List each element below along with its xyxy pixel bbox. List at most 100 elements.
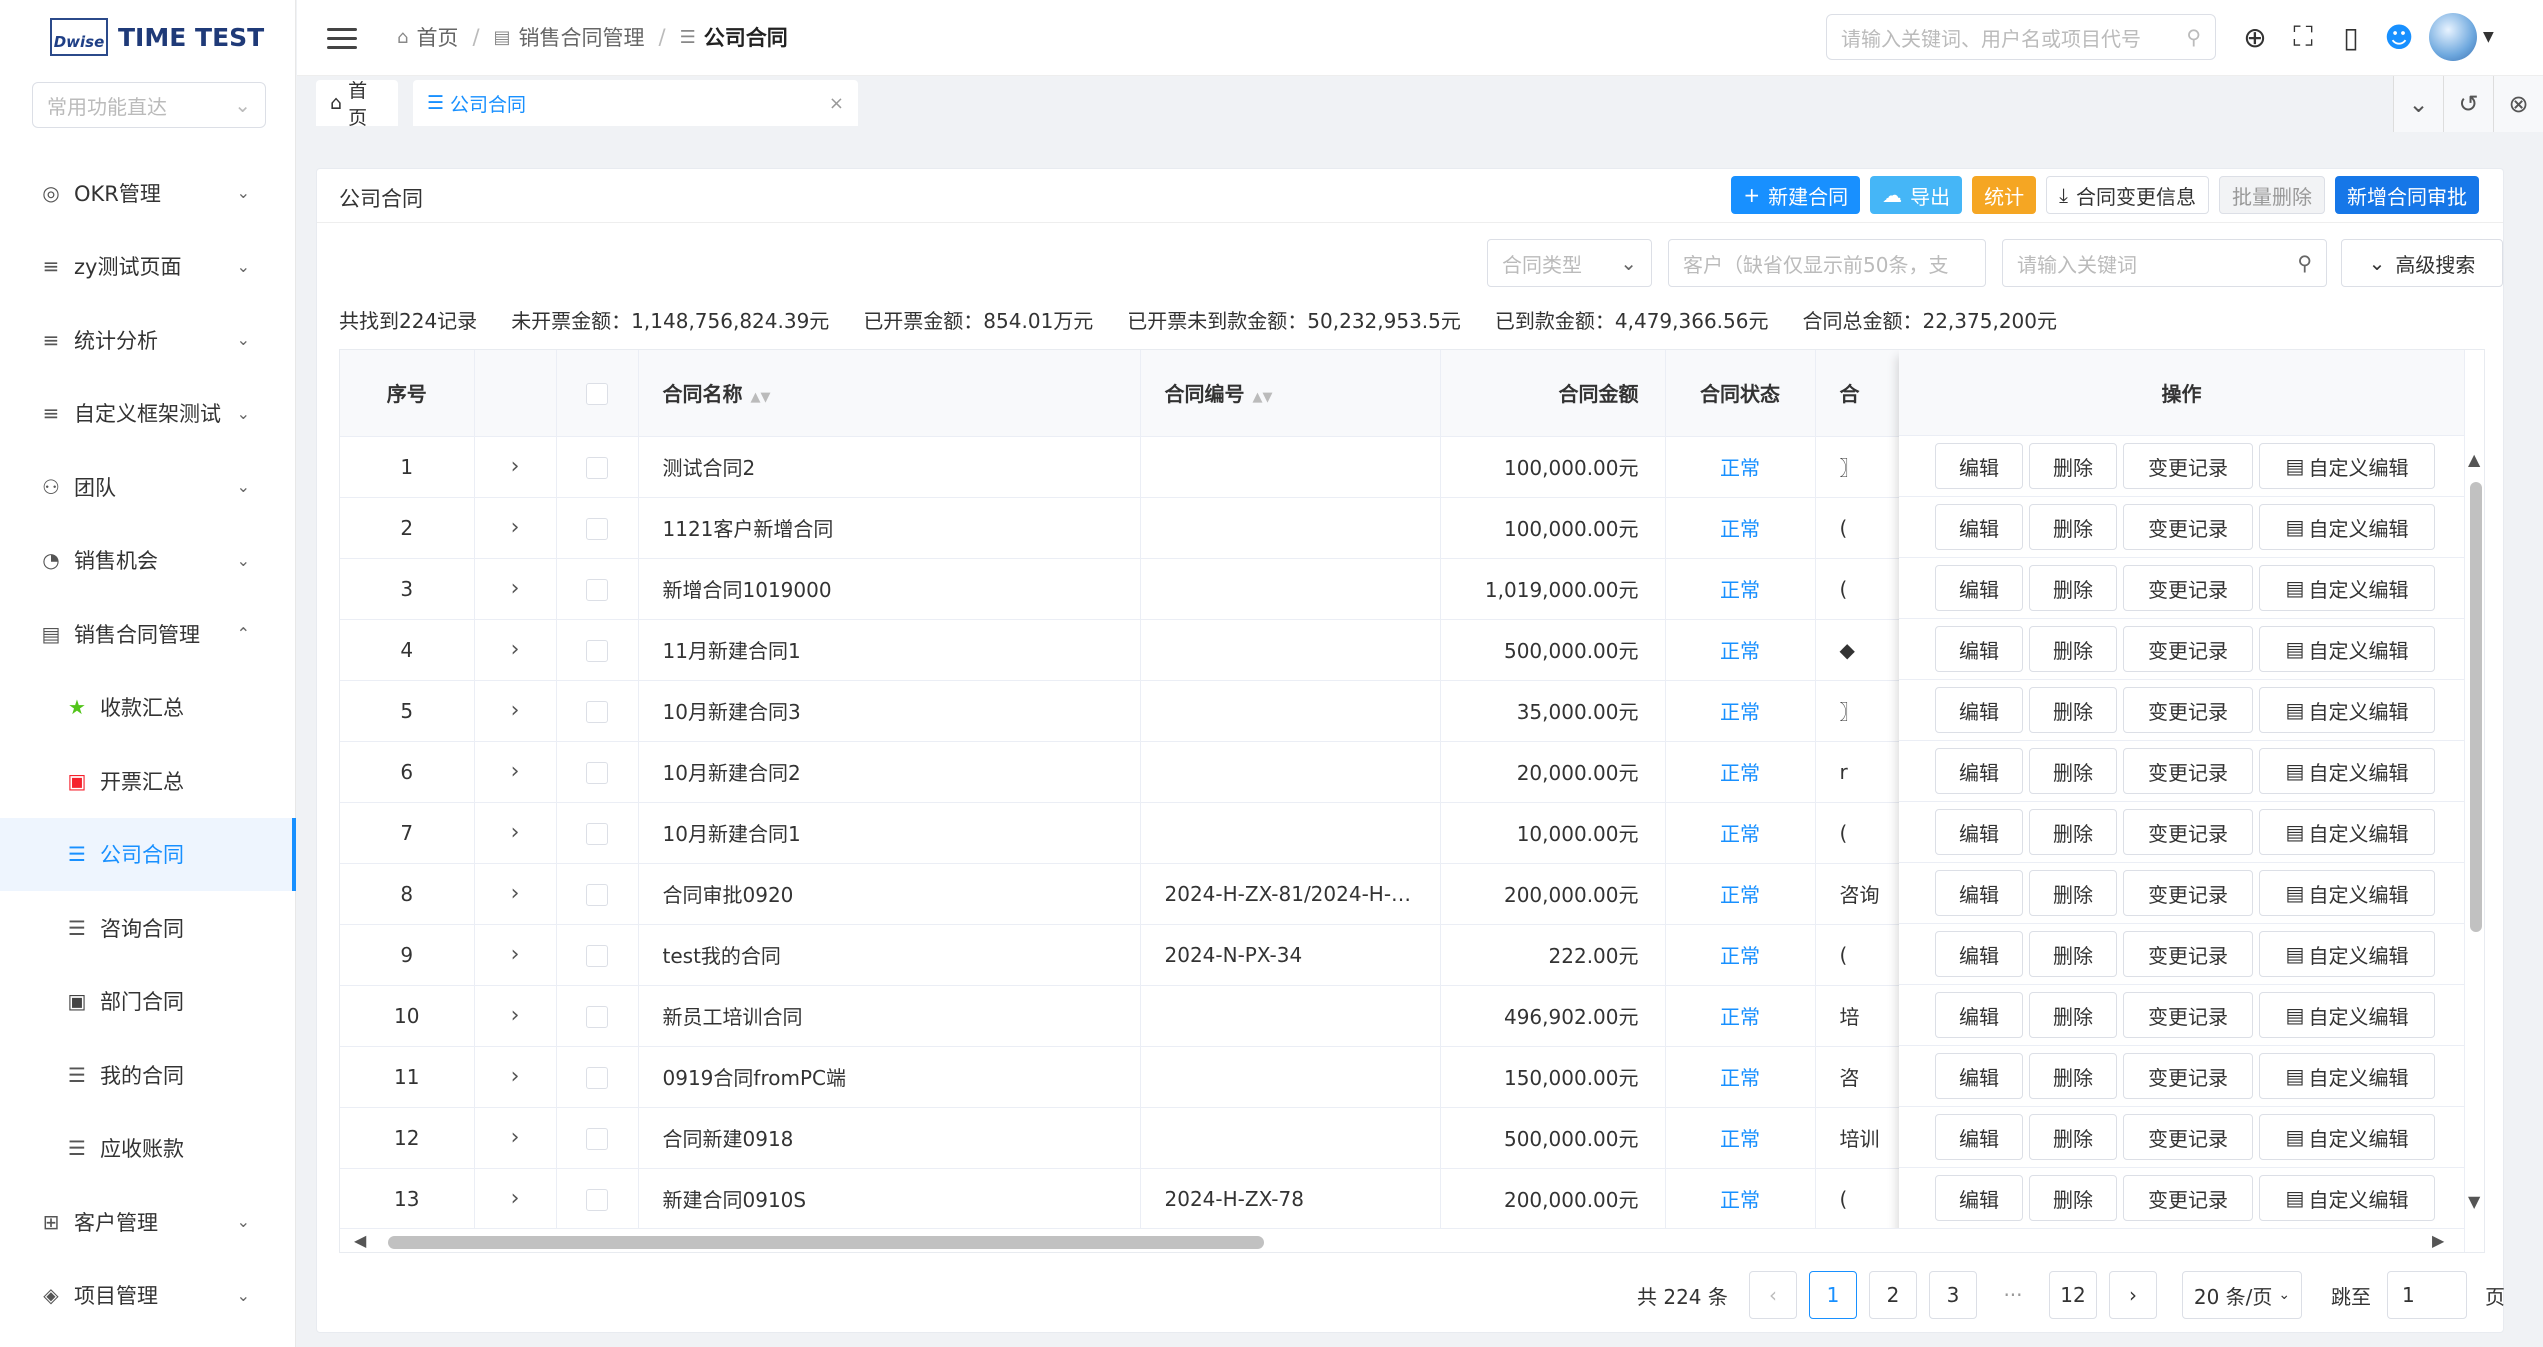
row-select-cell[interactable] [556, 558, 639, 620]
sort-icon[interactable]: ▲▼ [751, 390, 771, 405]
keyword-input[interactable]: 请输入关键词 ⚲ [2002, 239, 2327, 287]
search-icon[interactable]: ⚲ [2297, 251, 2312, 275]
sidebar-item-8[interactable]: ▣ 开票汇总 [0, 744, 296, 818]
chevron-right-icon[interactable]: › [511, 1186, 520, 1211]
table-row[interactable]: 1 › 测试合同2 100,000.00元 正常〗 [340, 436, 1900, 498]
row-checkbox[interactable] [586, 883, 608, 906]
delete-button[interactable]: 删除 [2029, 870, 2117, 916]
edit-button[interactable]: 编辑 [1935, 809, 2023, 855]
chevron-right-icon[interactable]: › [511, 454, 520, 479]
horizontal-scrollbar[interactable]: ◀ ▶ [340, 1228, 2464, 1252]
breadcrumb-home[interactable]: 首页 [416, 22, 458, 52]
page-12[interactable]: 12 [2049, 1271, 2097, 1319]
sidebar-item-4[interactable]: ⚇ 团队 ⌄ [0, 450, 296, 524]
custom-edit-button[interactable]: ▤ 自定义编辑 [2259, 809, 2435, 855]
page-1[interactable]: 1 [1809, 1271, 1857, 1319]
custom-edit-button[interactable]: ▤ 自定义编辑 [2259, 687, 2435, 733]
cell-contract-name[interactable]: 1121客户新增合同 [638, 497, 1141, 559]
cell-contract-name[interactable]: 0919合同fromPC端 [638, 1046, 1141, 1108]
tab-company-contract[interactable]: ☰ 公司合同 × [413, 80, 858, 126]
sidebar-item-9[interactable]: ☰ 公司合同 [0, 817, 296, 891]
batch-delete-button[interactable]: 批量删除 [2219, 176, 2325, 214]
cell-contract-name[interactable]: 10月新建合同2 [638, 741, 1141, 803]
custom-edit-button[interactable]: ▤ 自定义编辑 [2259, 1175, 2435, 1221]
delete-button[interactable]: 删除 [2029, 687, 2117, 733]
table-row[interactable]: 11 › 0919合同fromPC端 150,000.00元 正常咨 [340, 1046, 1900, 1108]
expand-row-cell[interactable]: › [474, 863, 557, 925]
table-row[interactable]: 9 › test我的合同 2024-N-PX-34 222.00元 正常( [340, 924, 1900, 986]
expand-row-cell[interactable]: › [474, 436, 557, 498]
table-row[interactable]: 4 › 11月新建合同1 500,000.00元 正常 ◆ [340, 619, 1900, 681]
row-checkbox[interactable] [586, 1188, 608, 1211]
sidebar-item-2[interactable]: ≡ 统计分析 ⌄ [0, 303, 296, 377]
cell-contract-name[interactable]: 10月新建合同1 [638, 802, 1141, 864]
delete-button[interactable]: 删除 [2029, 992, 2117, 1038]
delete-button[interactable]: 删除 [2029, 931, 2117, 977]
col-select-all[interactable] [556, 350, 639, 437]
custom-edit-button[interactable]: ▤ 自定义编辑 [2259, 870, 2435, 916]
chevron-right-icon[interactable]: › [511, 515, 520, 540]
sidebar-item-5[interactable]: ◔ 销售机会 ⌄ [0, 524, 296, 598]
edit-button[interactable]: 编辑 [1935, 1114, 2023, 1160]
app-logo[interactable]: Dwise TIME TEST [50, 18, 264, 56]
delete-button[interactable]: 删除 [2029, 1114, 2117, 1160]
edit-button[interactable]: 编辑 [1935, 931, 2023, 977]
global-search-input[interactable]: 请输入关键词、用户名或项目代号 ⚲ [1826, 14, 2216, 60]
change-history-button[interactable]: 变更记录 [2123, 931, 2253, 977]
cell-contract-name[interactable]: 新员工培训合同 [638, 985, 1141, 1047]
chevron-right-icon[interactable]: › [511, 820, 520, 845]
table-row[interactable]: 8 › 合同审批0920 2024-H-ZX-81/2024-H-… 200,000.0… [340, 863, 1900, 925]
select-all-checkbox[interactable] [586, 383, 608, 405]
expand-row-cell[interactable]: › [474, 1107, 557, 1169]
cell-contract-name[interactable]: 新增合同1019000 [638, 558, 1141, 620]
table-row[interactable]: 3 › 新增合同1019000 1,019,000.00元 正常( [340, 558, 1900, 620]
expand-row-cell[interactable]: › [474, 985, 557, 1047]
custom-edit-button[interactable]: ▤ 自定义编辑 [2259, 1114, 2435, 1160]
expand-row-cell[interactable]: › [474, 741, 557, 803]
sidebar-item-10[interactable]: ☰ 咨询合同 [0, 891, 296, 965]
sidebar-item-14[interactable]: ⊞ 客户管理 ⌄ [0, 1185, 296, 1259]
horizontal-scroll-thumb[interactable] [388, 1236, 1264, 1249]
cell-contract-name[interactable]: 合同新建0918 [638, 1107, 1141, 1169]
row-checkbox[interactable] [586, 456, 608, 479]
page-size-select[interactable]: 20 条/页 ⌄ [2182, 1271, 2302, 1319]
table-row[interactable]: 6 › 10月新建合同2 20,000.00元 正常 r [340, 741, 1900, 803]
custom-edit-button[interactable]: ▤ 自定义编辑 [2259, 1053, 2435, 1099]
edit-button[interactable]: 编辑 [1935, 748, 2023, 794]
row-select-cell[interactable] [556, 1046, 639, 1108]
expand-row-cell[interactable]: › [474, 924, 557, 986]
sidebar-item-15[interactable]: ◈ 项目管理 ⌄ [0, 1259, 296, 1333]
chevron-right-icon[interactable]: › [511, 1064, 520, 1089]
chevron-right-icon[interactable]: › [511, 637, 520, 662]
page-3[interactable]: 3 [1929, 1271, 1977, 1319]
row-select-cell[interactable] [556, 1168, 639, 1230]
row-select-cell[interactable] [556, 436, 639, 498]
fullscreen-icon[interactable]: ⛶ [2279, 12, 2327, 62]
change-history-button[interactable]: 变更记录 [2123, 504, 2253, 550]
chevron-right-icon[interactable]: › [511, 576, 520, 601]
edit-button[interactable]: 编辑 [1935, 443, 2023, 489]
prev-page-button[interactable]: ‹ [1749, 1271, 1797, 1319]
sidebar-item-6[interactable]: ▤ 销售合同管理 ⌃ [0, 597, 296, 671]
jump-page-input[interactable]: 1 [2387, 1271, 2467, 1319]
edit-button[interactable]: 编辑 [1935, 687, 2023, 733]
change-history-button[interactable]: 变更记录 [2123, 687, 2253, 733]
scroll-left-icon[interactable]: ◀ [354, 1231, 366, 1250]
custom-edit-button[interactable]: ▤ 自定义编辑 [2259, 565, 2435, 611]
edit-button[interactable]: 编辑 [1935, 504, 2023, 550]
row-checkbox[interactable] [586, 822, 608, 845]
chevron-down-icon[interactable]: ⌄ [2393, 76, 2443, 132]
edit-button[interactable]: 编辑 [1935, 565, 2023, 611]
row-select-cell[interactable] [556, 619, 639, 681]
chevron-right-icon[interactable]: › [511, 698, 520, 723]
sidebar-item-7[interactable]: ★ 收款汇总 [0, 671, 296, 745]
custom-edit-button[interactable]: ▤ 自定义编辑 [2259, 992, 2435, 1038]
breadcrumb-sales-contract[interactable]: 销售合同管理 [519, 22, 645, 52]
page-2[interactable]: 2 [1869, 1271, 1917, 1319]
change-history-button[interactable]: 变更记录 [2123, 1053, 2253, 1099]
cell-contract-name[interactable]: 合同审批0920 [638, 863, 1141, 925]
change-history-button[interactable]: 变更记录 [2123, 443, 2253, 489]
change-history-button[interactable]: 变更记录 [2123, 565, 2253, 611]
chevron-right-icon[interactable]: › [511, 881, 520, 906]
expand-row-cell[interactable]: › [474, 619, 557, 681]
